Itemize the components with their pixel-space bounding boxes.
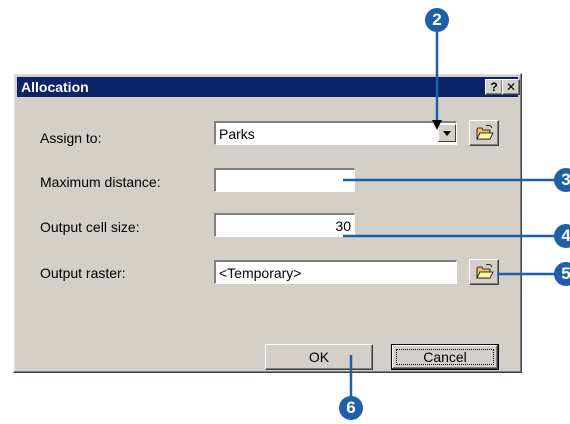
callout-lines (343, 32, 560, 400)
callout-2-arrow (432, 120, 442, 130)
callout-2: 2 (425, 8, 449, 32)
callout-6: 6 (339, 396, 363, 420)
